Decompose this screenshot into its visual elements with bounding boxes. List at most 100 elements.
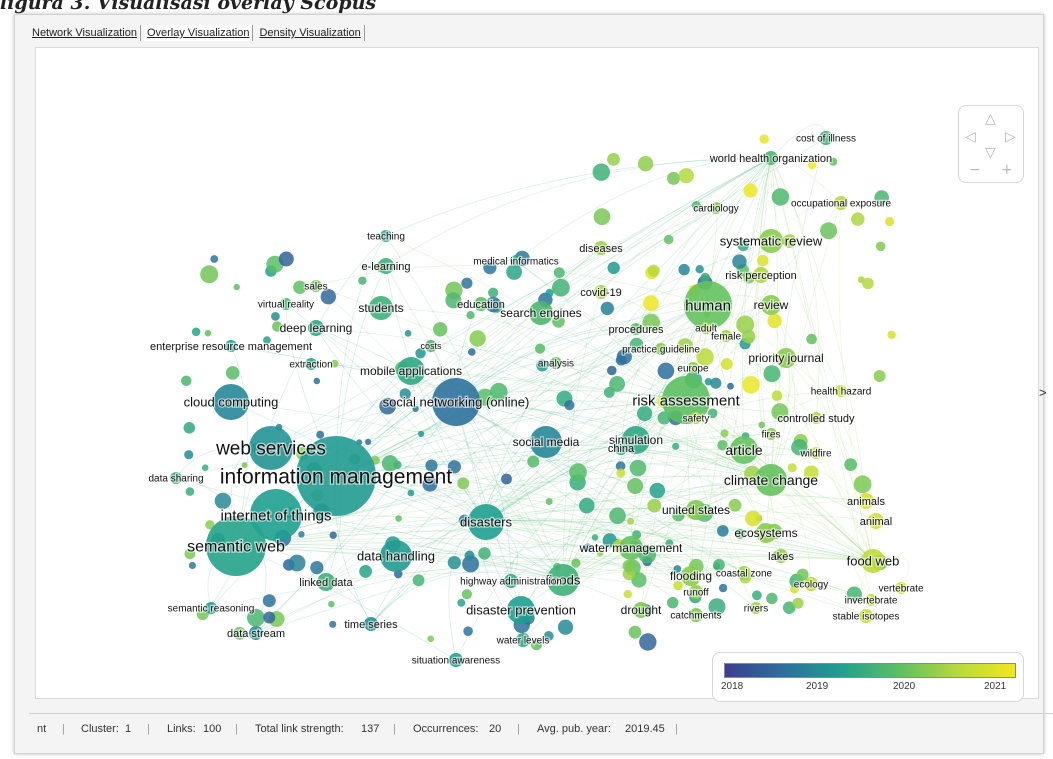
term-label[interactable]: teaching: [366, 230, 406, 244]
term-node[interactable]: [592, 163, 610, 181]
term-node[interactable]: [418, 430, 425, 437]
term-node[interactable]: [407, 489, 415, 497]
zoom-out-icon[interactable]: −: [969, 163, 981, 177]
pan-left-icon[interactable]: ◁: [965, 130, 976, 144]
term-label[interactable]: female: [710, 330, 743, 344]
term-label[interactable]: human: [684, 296, 732, 316]
term-node[interactable]: [887, 330, 896, 339]
term-network-map[interactable]: information management web services intern…: [36, 48, 1038, 698]
tab-network-visualization[interactable]: Network Visualization: [29, 25, 141, 41]
term-node[interactable]: [225, 366, 240, 380]
term-label[interactable]: e-learning: [360, 260, 411, 275]
term-label[interactable]: education: [456, 298, 506, 313]
term-node[interactable]: [607, 365, 617, 376]
term-label[interactable]: food web: [845, 552, 900, 570]
term-node[interactable]: [875, 241, 886, 252]
term-label[interactable]: drought: [619, 602, 663, 619]
term-label[interactable]: ecology: [793, 578, 830, 592]
term-node[interactable]: [758, 421, 765, 429]
term-label[interactable]: united states: [661, 502, 732, 519]
term-node[interactable]: [191, 327, 201, 337]
term-node[interactable]: [591, 534, 599, 541]
term-label[interactable]: cloud computing: [182, 393, 279, 411]
term-label[interactable]: virtual reality: [257, 298, 316, 312]
term-node[interactable]: [278, 251, 294, 267]
term-label[interactable]: data sharing: [147, 472, 205, 486]
term-node[interactable]: [853, 475, 872, 494]
term-node[interactable]: [571, 558, 581, 568]
term-node[interactable]: [647, 498, 662, 513]
term-label[interactable]: world health organization: [708, 152, 834, 167]
term-node[interactable]: [615, 354, 627, 366]
term-label[interactable]: controlled study: [776, 412, 856, 427]
term-node[interactable]: [427, 635, 435, 643]
term-node[interactable]: [557, 619, 574, 635]
term-node[interactable]: [200, 265, 219, 284]
term-node[interactable]: [181, 375, 192, 386]
term-node[interactable]: [329, 620, 337, 628]
term-node[interactable]: [457, 598, 466, 607]
term-node[interactable]: [298, 531, 305, 538]
term-label[interactable]: stable isotopes: [831, 610, 900, 624]
term-node[interactable]: [663, 234, 674, 245]
term-node[interactable]: [616, 468, 626, 478]
term-node[interactable]: [593, 208, 611, 226]
term-label[interactable]: highway administration: [459, 575, 563, 589]
term-node[interactable]: [695, 265, 704, 274]
term-node[interactable]: [564, 400, 575, 411]
term-node[interactable]: [700, 272, 710, 283]
term-node[interactable]: [466, 311, 475, 320]
term-label[interactable]: time series: [343, 618, 399, 633]
term-node[interactable]: [464, 550, 475, 561]
term-node[interactable]: [752, 590, 762, 601]
term-node[interactable]: [720, 358, 733, 370]
term-node[interactable]: [759, 134, 769, 144]
term-node[interactable]: [727, 382, 734, 390]
term-node[interactable]: [358, 276, 367, 285]
term-node[interactable]: [527, 455, 540, 468]
term-node[interactable]: [271, 312, 280, 321]
term-label[interactable]: health hazard: [809, 385, 872, 399]
term-label[interactable]: article: [724, 441, 764, 460]
term-node[interactable]: [637, 156, 654, 172]
term-node[interactable]: [609, 507, 626, 524]
term-node[interactable]: [667, 597, 679, 609]
term-node[interactable]: [188, 561, 196, 570]
term-label[interactable]: data stream: [226, 627, 287, 642]
term-label[interactable]: information management: [219, 464, 454, 490]
term-node[interactable]: [728, 498, 742, 512]
term-label[interactable]: linked data: [298, 576, 355, 591]
term-label[interactable]: social networking (online): [381, 393, 530, 411]
term-label[interactable]: lakes: [767, 550, 796, 565]
term-label[interactable]: water management: [577, 540, 684, 557]
term-node[interactable]: [766, 592, 778, 605]
term-node[interactable]: [862, 277, 874, 290]
term-label[interactable]: safety: [681, 412, 710, 426]
term-node[interactable]: [792, 597, 804, 609]
term-label[interactable]: climate change: [723, 471, 820, 490]
term-node[interactable]: [457, 477, 470, 490]
term-label[interactable]: web services: [214, 437, 327, 461]
term-label[interactable]: practice guideline: [621, 343, 702, 357]
tab-density-visualization[interactable]: Density Visualization: [256, 25, 365, 41]
term-node[interactable]: [329, 531, 337, 539]
term-label[interactable]: deep learning: [278, 320, 353, 337]
term-node[interactable]: [463, 626, 473, 636]
term-node[interactable]: [771, 188, 790, 206]
pan-right-icon[interactable]: ▷: [1005, 130, 1016, 144]
term-node[interactable]: [288, 554, 306, 572]
term-node[interactable]: [745, 510, 761, 527]
tab-overlay-visualization[interactable]: Overlay Visualization: [143, 25, 254, 41]
term-label[interactable]: covid-19: [579, 286, 623, 301]
term-label[interactable]: flooding: [669, 568, 714, 585]
term-node[interactable]: [657, 362, 675, 380]
term-node[interactable]: [643, 295, 659, 312]
term-label[interactable]: animals: [846, 495, 887, 510]
term-label[interactable]: semantic reasoning: [166, 602, 255, 616]
term-node[interactable]: [395, 515, 402, 522]
expand-panel-arrow-icon[interactable]: >: [1039, 385, 1047, 400]
term-label[interactable]: situation awareness: [411, 654, 502, 668]
term-node[interactable]: [404, 330, 412, 337]
term-node[interactable]: [678, 263, 690, 276]
term-node[interactable]: [607, 261, 620, 275]
